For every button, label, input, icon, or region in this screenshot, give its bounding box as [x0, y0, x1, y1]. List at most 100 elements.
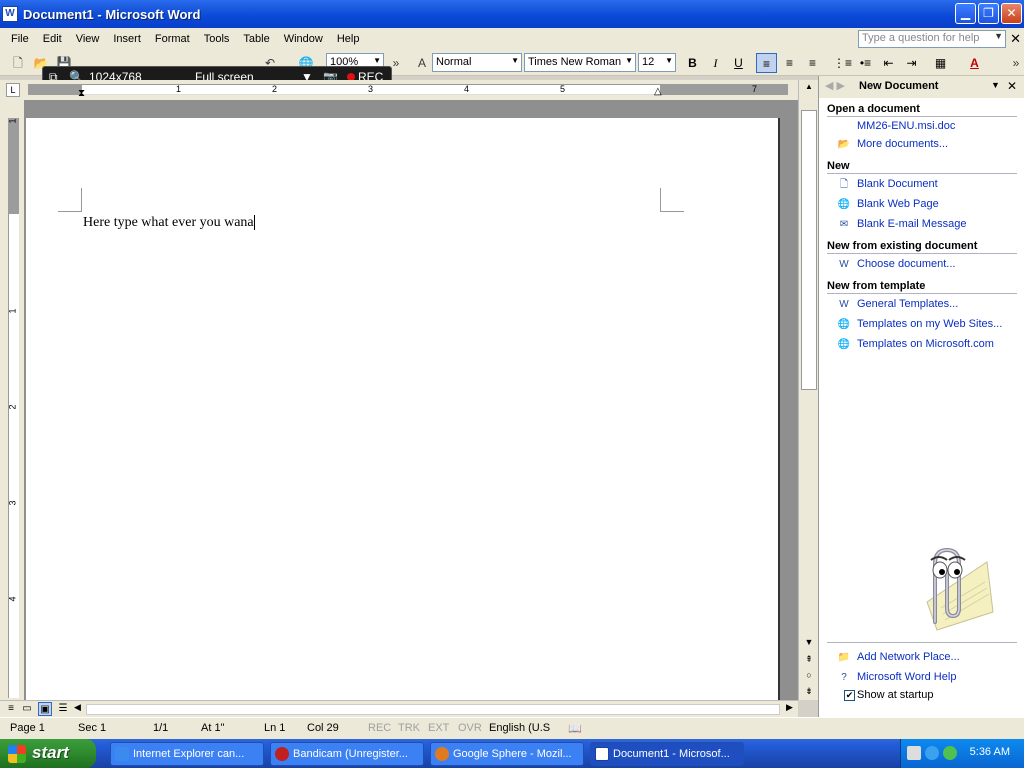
scroll-right-icon[interactable]: ▶ — [786, 702, 793, 713]
status-ext[interactable]: EXT — [428, 722, 449, 734]
ruler-right-margin — [660, 84, 788, 95]
word-app-icon[interactable]: W — [2, 6, 18, 22]
status-language[interactable]: English (U.S — [489, 722, 550, 734]
new-document-icon[interactable]: 🗋 — [10, 55, 26, 71]
menu-edit[interactable]: Edit — [36, 31, 69, 47]
font-size-dropdown-icon[interactable]: ▼ — [665, 56, 673, 65]
status-pages: 1/1 — [153, 722, 169, 734]
status-rec[interactable]: REC — [368, 722, 391, 734]
blank-email-link[interactable]: Blank E-mail Message — [857, 218, 966, 230]
close-document-icon[interactable]: ✕ — [1010, 31, 1021, 47]
section-from-template: New from template — [827, 280, 1017, 294]
document-text[interactable]: Here type what ever you wana — [83, 215, 255, 231]
italic-button[interactable]: I — [705, 53, 726, 73]
blank-document-link[interactable]: Blank Document — [857, 178, 938, 190]
choose-document-link[interactable]: Choose document... — [857, 258, 955, 270]
microsoft-templates-link[interactable]: Templates on Microsoft.com — [857, 338, 994, 350]
vruler-number: 4 — [7, 596, 18, 602]
task-internet-explorer[interactable]: Internet Explorer can... — [110, 742, 264, 766]
status-ovr[interactable]: OVR — [458, 722, 482, 734]
spelling-book-icon[interactable]: 📖 — [568, 722, 582, 735]
network-tray-icon[interactable] — [943, 746, 957, 760]
print-layout-view-icon[interactable]: ▣ — [38, 702, 52, 716]
back-forward-icon[interactable]: ◀ ▶ — [825, 79, 845, 92]
restore-button[interactable]: ❐ — [978, 3, 999, 24]
menu-help[interactable]: Help — [330, 31, 367, 47]
show-at-startup-checkbox[interactable]: ✔ — [844, 690, 855, 701]
word-help-link[interactable]: Microsoft Word Help — [857, 671, 956, 683]
menu-file[interactable]: File — [4, 31, 36, 47]
indent-marker-icon[interactable]: ⧗ — [78, 88, 85, 99]
previous-page-icon[interactable]: ⇞ — [801, 652, 817, 666]
increase-indent-button[interactable]: ⇥ — [901, 53, 922, 73]
font-select[interactable]: Times New Roman ▼ — [524, 53, 636, 72]
numbering-button[interactable]: ⋮≡ — [832, 53, 853, 73]
outline-view-icon[interactable]: ☰ — [56, 702, 70, 716]
title-bar[interactable]: W Document1 - Microsoft Word ▁ ❐ ✕ — [0, 0, 1024, 28]
keyboard-tray-icon[interactable] — [907, 746, 921, 760]
tray-arrow-icon[interactable] — [925, 746, 939, 760]
decrease-indent-button[interactable]: ⇤ — [878, 53, 899, 73]
font-size-select[interactable]: 12 ▼ — [638, 53, 676, 72]
align-right-button[interactable]: ≡ — [802, 53, 823, 73]
horizontal-ruler[interactable]: L 1 2 3 4 5 7 ⧗ △ — [0, 80, 818, 100]
minimize-button[interactable]: ▁ — [955, 3, 976, 24]
clock: 5:36 AM — [969, 746, 1010, 758]
styles-icon[interactable]: A — [414, 55, 430, 71]
font-dropdown-icon[interactable]: ▼ — [625, 56, 633, 65]
align-center-button[interactable]: ≡ — [779, 53, 800, 73]
toolbar-more-icon[interactable]: » — [1008, 55, 1024, 71]
status-trk[interactable]: TRK — [398, 722, 420, 734]
web-layout-view-icon[interactable]: ▭ — [20, 702, 34, 716]
font-color-button[interactable]: A — [964, 53, 985, 73]
status-at: At 1" — [201, 722, 225, 734]
underline-button[interactable]: U — [728, 53, 749, 73]
vruler-number: 3 — [7, 500, 18, 506]
task-pane-bottom-divider — [827, 642, 1017, 643]
vertical-ruler[interactable]: 1 1 2 3 4 — [0, 100, 24, 700]
menu-tools[interactable]: Tools — [197, 31, 237, 47]
menu-window[interactable]: Window — [277, 31, 330, 47]
select-browse-object-icon[interactable]: ○ — [801, 668, 817, 682]
task-bandicam[interactable]: Bandicam (Unregister... — [270, 742, 424, 766]
status-section: Sec 1 — [78, 722, 107, 734]
scroll-thumb[interactable] — [801, 110, 817, 390]
start-button[interactable]: start — [0, 739, 96, 768]
normal-view-icon[interactable]: ≡ — [4, 702, 18, 716]
borders-button[interactable]: ▦ — [930, 53, 951, 73]
tab-selector[interactable]: L — [6, 83, 20, 97]
scroll-up-icon[interactable]: ▲ — [801, 82, 817, 96]
help-dropdown-icon[interactable]: ▼ — [994, 31, 1003, 41]
task-pane-close-icon[interactable]: ✕ — [1007, 79, 1017, 93]
general-templates-link[interactable]: General Templates... — [857, 298, 958, 310]
task-firefox[interactable]: Google Sphere - Mozil... — [430, 742, 584, 766]
menu-view[interactable]: View — [69, 31, 107, 47]
right-indent-marker-icon[interactable]: △ — [654, 86, 662, 97]
zoom-dropdown-icon[interactable]: ▼ — [373, 56, 381, 65]
style-select[interactable]: Normal ▼ — [432, 53, 522, 72]
menu-table[interactable]: Table — [236, 31, 276, 47]
document-page[interactable]: Here type what ever you wana — [26, 118, 780, 700]
web-sites-templates-link[interactable]: Templates on my Web Sites... — [857, 318, 1002, 330]
menu-format[interactable]: Format — [148, 31, 197, 47]
add-network-place-link[interactable]: Add Network Place... — [857, 651, 960, 663]
bold-button[interactable]: B — [682, 53, 703, 73]
task-pane-menu-icon[interactable]: ▼ — [991, 80, 1000, 90]
scroll-down-icon[interactable]: ▼ — [801, 635, 817, 649]
horizontal-scroll-track[interactable] — [86, 704, 780, 715]
vruler-number: 1 — [7, 118, 18, 124]
recent-doc-link[interactable]: MM26-ENU.msi.doc — [857, 120, 955, 132]
more-documents-link[interactable]: More documents... — [857, 138, 948, 150]
next-page-icon[interactable]: ⇟ — [801, 684, 817, 698]
blank-web-page-link[interactable]: Blank Web Page — [857, 198, 939, 210]
bullets-button[interactable]: •≡ — [855, 53, 876, 73]
menu-insert[interactable]: Insert — [106, 31, 148, 47]
scroll-left-icon[interactable]: ◀ — [74, 702, 81, 713]
task-word[interactable]: Document1 - Microsof... — [590, 742, 744, 766]
vertical-scrollbar[interactable]: ▲ ▼ ⇞ ○ ⇟ — [798, 80, 818, 700]
help-question-input[interactable]: Type a question for help ▼ — [858, 30, 1006, 48]
close-button[interactable]: ✕ — [1001, 3, 1022, 24]
clippy-assistant-icon[interactable] — [897, 542, 997, 632]
align-left-button[interactable]: ≡ — [756, 53, 777, 73]
style-dropdown-icon[interactable]: ▼ — [511, 56, 519, 65]
